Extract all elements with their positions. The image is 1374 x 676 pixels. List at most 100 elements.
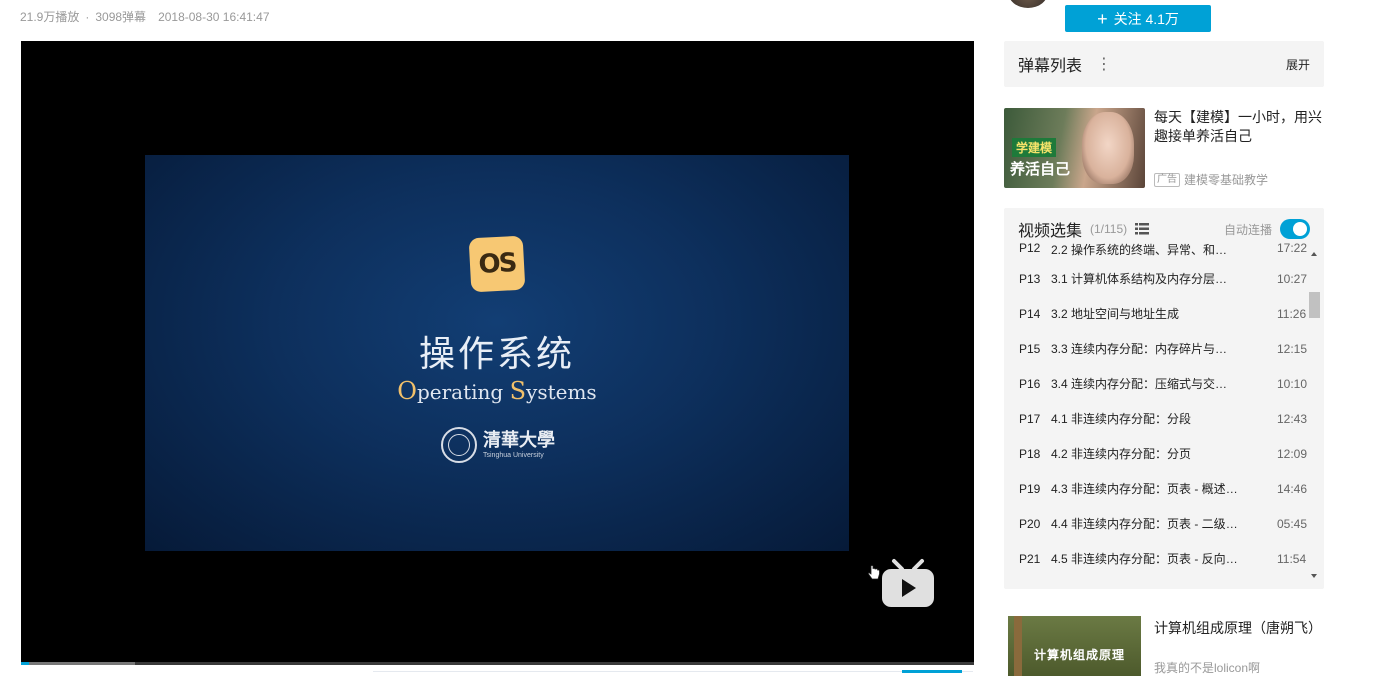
plus-icon: + [1097,8,1108,29]
danmaku-list-panel[interactable]: 弹幕列表 ⋮ 展开 [1004,41,1324,87]
more-options-icon[interactable]: ⋮ [1096,54,1112,74]
playlist-item-title: 2.2 操作系统的终端、异常、和系统... [1051,243,1239,257]
recommended-thumb-text: 计算机组成原理 [1034,648,1126,662]
playlist-item-title: 3.4 连续内存分配：压缩式与交换式... [1051,377,1239,391]
playlist-item-part: P16 [1019,376,1041,391]
university-name: 清華大學 [483,429,555,451]
playlist-item-duration: 11:54 [1277,551,1307,566]
hand-cursor-icon [867,565,880,580]
playlist-item-duration: 11:26 [1277,306,1307,321]
os-logo: OS [468,235,526,293]
recommended-author[interactable]: 我真的不是lolicon啊 [1154,659,1260,676]
danmaku-count: 3098弹幕 [95,10,147,24]
subtitle-initial-o: O [397,377,417,405]
playlist-scrollbar[interactable] [1308,246,1320,586]
playlist-header: 视频选集 (1/115) 自动连播 [1018,219,1310,240]
ad-thumb-tag: 学建模 [1012,138,1057,157]
ad-thumbnail[interactable]: 学建模 养活自己 [1004,108,1145,188]
slide-subtitle: Operating Systems [145,377,849,405]
playlist-item[interactable]: P15 3.3 连续内存分配：内存碎片与分区... 12:15 [1004,331,1308,366]
ad-meta: 广告 建模零基础教学 [1154,171,1268,188]
playlist-item-part: P14 [1019,306,1041,321]
playlist-item-duration: 12:15 [1277,341,1308,356]
playlist-item-duration: 05:45 [1277,516,1308,531]
playlist-item[interactable]: P18 4.2 非连续内存分配：分页 12:09 [1004,436,1308,471]
ad-thumbnail-portrait [1082,112,1134,184]
video-player[interactable]: OS 操作系统 Operating Systems 清華大學 Tsinghua … [21,41,974,665]
autoplay-label: 自动连播 [1223,222,1272,237]
playlist-item-duration: 12:09 [1277,446,1308,461]
book-spine [1014,616,1022,676]
playlist-item-duration: 10:27 [1277,271,1308,286]
below-player-accent [902,670,962,673]
playlist-item-part: P20 [1019,516,1041,531]
playlist-item[interactable]: P21 4.5 非连续内存分配：页表 - 反向页表 11:54 [1004,541,1308,576]
playlist-item-title: 4.3 非连续内存分配：页表 - 概述、T... [1051,482,1239,496]
recommended-video[interactable]: 计算机组成原理 计算机组成原理（唐朔飞） 我真的不是lolicon啊 [1008,616,1338,676]
scroll-down-arrow-icon[interactable] [1311,574,1317,578]
video-playlist: 视频选集 (1/115) 自动连播 P12 2.2 操作系统的终端、异常、和系统.… [1004,208,1324,589]
playlist-item[interactable]: P13 3.1 计算机体系结构及内存分层体系 10:27 [1004,261,1308,296]
video-stats: 21.9万播放 · 3098弹幕 2018-08-30 16:41:47 [20,8,276,25]
playlist-item-part: P17 [1019,411,1041,426]
playlist-item-title: 4.4 非连续内存分配：页表 - 二级，... [1051,517,1239,531]
playlist-item-title: 3.2 地址空间与地址生成 [1051,307,1180,321]
scroll-up-arrow-icon[interactable] [1311,252,1317,256]
recommended-thumbnail[interactable]: 计算机组成原理 [1008,616,1141,676]
stats-separator: · [85,10,90,24]
danmaku-list-title: 弹幕列表 [1018,58,1083,75]
university-logo: 清華大學 Tsinghua University [441,427,555,463]
playlist-item[interactable]: P19 4.3 非连续内存分配：页表 - 概述、T... 14:46 [1004,471,1308,506]
playlist-item-part: P13 [1019,271,1041,286]
progress-bar[interactable] [21,662,974,665]
ad-thumb-text: 养活自己 [1010,161,1071,178]
playlist-items: P12 2.2 操作系统的终端、异常、和系统... 17:22 P13 3.1 计算机体… [1004,241,1308,585]
playlist-item-title: 3.3 连续内存分配：内存碎片与分区... [1051,342,1239,356]
playlist-item-duration: 12:43 [1277,411,1308,426]
ad-card[interactable]: 学建模 养活自己 每天【建模】一小时，用兴趣接单养活自己 广告 建模零基础教学 [1004,108,1334,190]
danmaku-expand-button[interactable]: 展开 [1286,56,1310,73]
uploader-avatar[interactable] [1008,0,1048,8]
playlist-item-duration: 10:10 [1277,376,1308,391]
subtitle-part-2: ystems [526,380,597,404]
playlist-item[interactable]: P14 3.2 地址空间与地址生成 11:26 [1004,296,1308,331]
playlist-item-duration: 17:22 [1277,241,1308,255]
autoplay-toggle[interactable] [1280,219,1310,239]
slide-title: 操作系统 [418,334,575,375]
ad-badge: 广告 [1154,172,1180,187]
below-player-divider [373,671,973,672]
bilibili-tv-icon [882,559,934,607]
scrollbar-thumb[interactable] [1309,292,1320,318]
playlist-item-title: 4.5 非连续内存分配：页表 - 反向页表 [1051,552,1239,566]
playlist-item-title: 4.2 非连续内存分配：分页 [1051,447,1192,461]
university-name-en: Tsinghua University [483,451,544,459]
subtitle-part-1: perating [416,380,510,404]
publish-date: 2018-08-30 16:41:47 [158,10,270,24]
follow-button[interactable]: + 关注 4.1万 [1065,5,1211,32]
playlist-item-part: P19 [1019,481,1041,496]
playlist-item-part: P18 [1019,446,1041,461]
playlist-item-duration: 14:46 [1277,481,1308,496]
progress-buffered [21,662,136,665]
recommended-title[interactable]: 计算机组成原理（唐朔飞） [1154,618,1322,638]
follow-label: 关注 4.1万 [1113,10,1179,27]
playlist-count: (1/115) [1090,222,1128,236]
play-count: 21.9万播放 [20,10,80,24]
university-seal-icon [441,427,477,463]
list-view-icon[interactable] [1135,223,1150,235]
playlist-item[interactable]: P16 3.4 连续内存分配：压缩式与交换式... 10:10 [1004,366,1308,401]
playlist-item[interactable]: P17 4.1 非连续内存分配：分段 12:43 [1004,401,1308,436]
ad-source[interactable]: 建模零基础教学 [1184,171,1268,188]
ad-title[interactable]: 每天【建模】一小时，用兴趣接单养活自己 [1154,108,1328,146]
playlist-item[interactable]: P12 2.2 操作系统的终端、异常、和系统... 17:22 [1004,241,1308,261]
playlist-item-part: P21 [1019,551,1041,566]
playlist-item[interactable]: P20 4.4 非连续内存分配：页表 - 二级，... 05:45 [1004,506,1308,541]
video-frame: OS 操作系统 Operating Systems 清華大學 Tsinghua … [145,155,880,580]
playlist-item-title: 4.1 非连续内存分配：分段 [1051,412,1192,426]
playlist-item-part: P15 [1019,341,1041,356]
playlist-item-title: 3.1 计算机体系结构及内存分层体系 [1051,272,1239,286]
playlist-item-part: P12 [1019,241,1041,255]
subtitle-initial-s: S [509,377,527,405]
progress-played [21,662,29,665]
playlist-title: 视频选集 [1018,223,1083,240]
